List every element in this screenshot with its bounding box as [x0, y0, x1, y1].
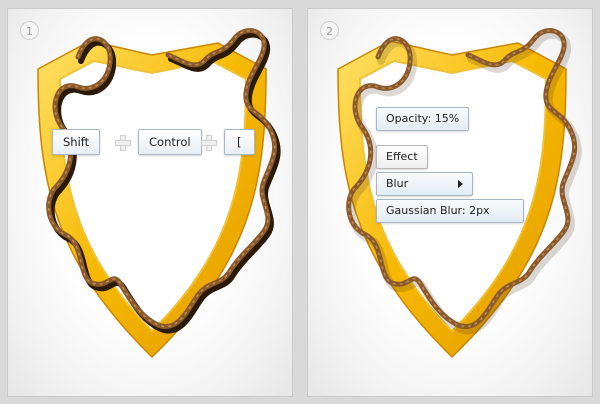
plus-icon [115, 135, 131, 151]
left-bracket-key: [ [224, 129, 255, 155]
submenu-arrow-icon [458, 180, 463, 188]
step-1-panel: 1 Shift Control [ [7, 8, 293, 397]
opacity-field[interactable]: Opacity: 15% [376, 107, 470, 131]
gaussian-blur-menu-item[interactable]: Gaussian Blur: 2px [376, 199, 524, 223]
shift-key: Shift [52, 129, 101, 155]
effect-menu[interactable]: Effect [376, 145, 428, 169]
blur-menu-item[interactable]: Blur [376, 172, 473, 196]
plus-icon [201, 135, 217, 151]
blur-label: Blur [386, 177, 409, 190]
shield-with-rope-illustration [37, 28, 281, 359]
control-key: Control [138, 129, 202, 155]
step-2-panel: 2 Opacity: 15% Effect Blur Gaussian Blur… [307, 8, 593, 397]
